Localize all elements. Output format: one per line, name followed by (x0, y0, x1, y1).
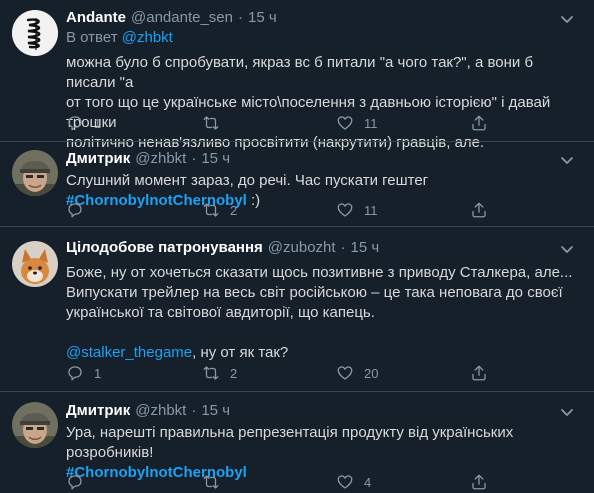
reply-context: В ответ @zhbkt (66, 29, 173, 46)
display-name[interactable]: Andante (66, 9, 126, 26)
tweet-zubozht[interactable]: Цілодобове патронування @zubozht · 15 ч … (0, 227, 594, 391)
share-icon (472, 202, 486, 218)
avatar[interactable] (12, 150, 58, 196)
separator-dot: · (191, 150, 197, 167)
like-icon (337, 116, 353, 130)
like-button[interactable]: 11 (336, 200, 378, 220)
retweet-icon (203, 366, 219, 380)
user-handle[interactable]: @zhbkt (135, 402, 186, 419)
tweet-header: Цілодобове патронування @zubozht · 15 ч (66, 239, 379, 256)
like-count: 11 (364, 115, 378, 131)
reply-icon (68, 475, 82, 490)
reply-count: 1 (94, 365, 102, 381)
reply-button[interactable]: 1 (66, 113, 101, 133)
like-icon (337, 366, 353, 380)
scribble-logo-icon (12, 10, 58, 56)
tweet-line: Ура, нарешті правильна репрезентація про… (66, 424, 514, 461)
tweet-actions: 4 (66, 472, 506, 492)
like-count: 11 (364, 202, 378, 218)
like-button[interactable]: 20 (336, 363, 378, 383)
tweet-header: Andante @andante_sen · 15 ч (66, 9, 277, 26)
tweet-dmytryk-2[interactable]: Дмитрик @zhbkt · 15 ч Ура, нарешті прави… (0, 392, 594, 493)
user-handle[interactable]: @zhbkt (135, 150, 186, 167)
separator-dot: · (191, 402, 197, 419)
reply-mention-link[interactable]: @zhbkt (122, 29, 173, 46)
user-handle[interactable]: @zubozht (268, 239, 336, 256)
timestamp[interactable]: 15 ч (248, 9, 277, 26)
reply-button[interactable]: 1 (66, 363, 101, 383)
more-caret-icon[interactable] (556, 238, 578, 260)
share-icon (472, 115, 486, 131)
avatar[interactable] (12, 10, 58, 56)
like-count: 20 (364, 365, 379, 381)
retweet-count: 2 (230, 202, 238, 218)
tweet-text: можна було б спробувати, якраз вс б пита… (66, 53, 581, 153)
share-icon (472, 365, 486, 381)
reply-icon (68, 116, 82, 131)
share-button[interactable] (470, 472, 488, 492)
like-button[interactable]: 4 (336, 472, 371, 492)
like-icon (337, 203, 353, 217)
user-handle[interactable]: @andante_sen (131, 9, 233, 26)
share-button[interactable] (470, 363, 488, 383)
mention-link[interactable]: @stalker_thegame (66, 344, 192, 361)
tweet-line: @stalker_thegame, ну от як так? (66, 343, 581, 363)
reply-button[interactable] (66, 200, 94, 220)
reply-button[interactable] (66, 472, 94, 492)
retweet-icon (203, 203, 219, 217)
more-caret-icon[interactable] (556, 401, 578, 423)
more-caret-icon[interactable] (556, 149, 578, 171)
retweet-count: 2 (230, 365, 238, 381)
like-icon (337, 475, 353, 489)
tweet-line: української та світової авдиторії, що ка… (66, 304, 375, 321)
reply-count: 1 (94, 115, 102, 131)
tweet-header: Дмитрик @zhbkt · 15 ч (66, 402, 230, 419)
share-button[interactable] (470, 200, 488, 220)
tweet-text-segment: Слушний момент зараз, до речі. Час пуска… (66, 172, 429, 189)
reply-icon (68, 366, 82, 381)
retweet-icon (203, 116, 219, 130)
timestamp[interactable]: 15 ч (201, 402, 230, 419)
tweet-andante[interactable]: Andante @andante_sen · 15 ч В ответ @zhb… (0, 0, 594, 151)
retweet-button[interactable] (202, 113, 230, 133)
more-caret-icon[interactable] (556, 8, 578, 30)
tweet-line-spacer (66, 323, 581, 343)
separator-dot: · (340, 239, 346, 256)
timestamp[interactable]: 15 ч (351, 239, 380, 256)
retweet-button[interactable] (202, 472, 230, 492)
tweet-text-segment: , ну от як так? (192, 344, 289, 361)
separator-dot: · (237, 9, 243, 26)
tweet-line: можна було б спробувати, якраз вс б пита… (66, 54, 534, 91)
display-name[interactable]: Дмитрик (66, 402, 130, 419)
retweet-button[interactable]: 2 (202, 363, 237, 383)
share-icon (472, 474, 486, 490)
man-in-cap-icon (12, 402, 58, 448)
like-count: 4 (364, 474, 372, 490)
retweet-icon (203, 475, 219, 489)
tweet-line: Боже, ну от хочеться сказати щось позити… (66, 264, 573, 281)
timestamp[interactable]: 15 ч (201, 150, 230, 167)
display-name[interactable]: Дмитрик (66, 150, 130, 167)
retweet-button[interactable]: 2 (202, 200, 237, 220)
reply-prefix: В ответ (66, 29, 118, 46)
tweet-dmytryk-1[interactable]: Дмитрик @zhbkt · 15 ч Слушний момент зар… (0, 142, 594, 226)
tweet-line: Випускати трейлер на весь світ російсько… (66, 284, 563, 301)
tweet-text: Боже, ну от хочеться сказати щось позити… (66, 263, 581, 363)
tweet-actions: 2 11 (66, 200, 506, 220)
shiba-dog-icon (12, 241, 58, 287)
like-button[interactable]: 11 (336, 113, 378, 133)
avatar[interactable] (12, 402, 58, 448)
avatar[interactable] (12, 241, 58, 287)
tweet-header: Дмитрик @zhbkt · 15 ч (66, 150, 230, 167)
tweet-actions: 1 2 20 (66, 363, 506, 383)
man-in-cap-icon (12, 150, 58, 196)
tweet-actions: 1 11 (66, 113, 506, 133)
share-button[interactable] (470, 113, 488, 133)
display-name[interactable]: Цілодобове патронування (66, 239, 263, 256)
reply-icon (68, 203, 82, 218)
